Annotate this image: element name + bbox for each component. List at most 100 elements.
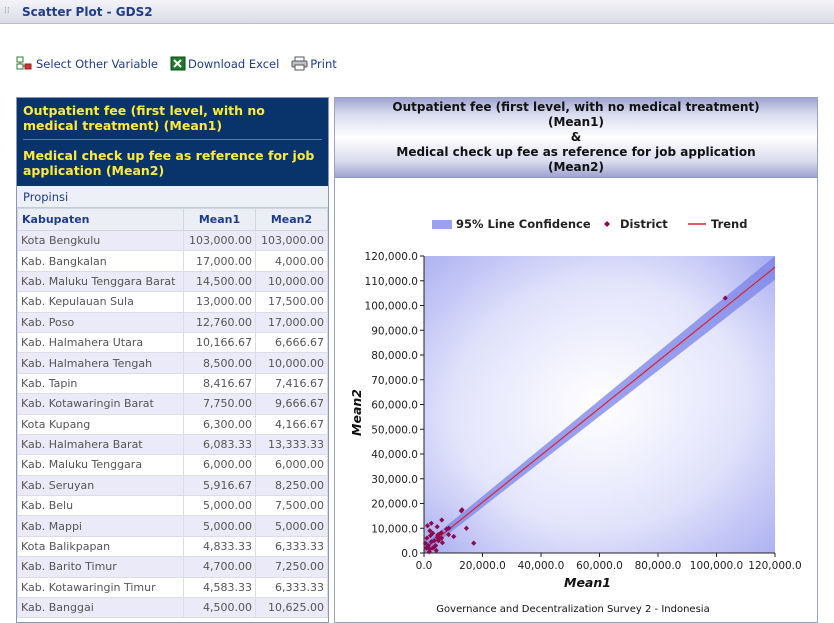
chart-title: Outpatient fee (first level, with no med… [335,98,817,178]
cell-kabupaten: Kota Bengkulu [17,229,184,252]
cell-kabupaten: Kab. Kotawaringin Timur [17,576,184,599]
column-header-mean1[interactable]: Mean1 [183,208,256,231]
cell-mean2: 7,250.00 [255,556,328,578]
excel-icon [170,56,186,70]
window-titlebar: ⁞⁞ Scatter Plot - GDS2 [0,0,834,24]
variable-2-name: Medical check up fee as reference for jo… [23,148,315,178]
cell-kabupaten: Kab. Kotawaringin Barat [17,393,184,415]
toolbar: Select Other Variable Download Excel Pri… [16,52,349,74]
cell-kabupaten: Kota Kupang [17,413,184,435]
cell-mean2: 6,666.67 [255,331,328,354]
cell-mean1: 8,500.00 [183,352,256,374]
y-tick-label: 40,000.0 [371,449,418,461]
y-tick-label: 30,000.0 [371,474,418,486]
table-row[interactable]: Kab. Bangkalan 17,000.00 4,000.00 [17,250,328,272]
y-tick-label: 0.0 [401,548,418,560]
table-row[interactable]: Kab. Maluku Tenggara Barat 14,500.00 10,00… [17,270,328,293]
table-row[interactable]: Kab. Seruyan 5,916.67 8,250.00 [17,474,328,497]
cell-mean1: 13,000.00 [183,291,256,313]
printer-icon [291,56,308,70]
cell-mean2: 13,333.33 [255,433,328,456]
table-row[interactable]: Kab. Barito Timur 4,700.00 7,250.00 [17,556,328,578]
x-tick-label: 60,000.0 [576,560,623,572]
cell-kabupaten: Kab. Halmahera Utara [17,331,184,354]
cell-kabupaten: Kab. Maluku Tenggara [17,454,184,476]
legend-swatch-district [604,221,610,227]
chart-title-line: Outpatient fee (first level, with no med… [392,100,760,114]
table-row[interactable]: Kab. Belu 5,000.00 7,500.00 [17,495,328,517]
x-axis-title: Mean1 [564,575,611,590]
chart-panel: Outpatient fee (first level, with no med… [334,97,818,623]
print-button[interactable]: Print [291,56,337,71]
table-row[interactable]: Kab. Banggai 4,500.00 10,625.00 [17,597,328,619]
x-tick-label: 40,000.0 [518,560,565,572]
cell-mean2: 6,333.33 [255,576,328,599]
y-tick-label: 100,000.0 [365,301,418,313]
table-header-row: Kabupaten Mean1 Mean2 [17,208,328,231]
table-row[interactable]: Kab. Maluku Tenggara 6,000.00 6,000.00 [17,454,328,476]
x-tick-label: 120,000.0 [748,560,801,572]
cell-mean2: 17,500.00 [255,291,328,313]
table-row[interactable]: Kab. Halmahera Tengah 8,500.00 10,000.00 [17,352,328,374]
table-row[interactable]: Kota Balikpapan 4,833.33 6,333.33 [17,535,328,558]
cell-kabupaten: Kab. Halmahera Tengah [17,352,184,374]
table-row[interactable]: Kab. Poso 12,760.00 17,000.00 [17,311,328,333]
cell-kabupaten: Kab. Banggai [17,597,184,619]
y-tick-label: 90,000.0 [371,325,418,337]
download-excel-button[interactable]: Download Excel [170,56,279,71]
window-title: Scatter Plot - GDS2 [22,5,153,19]
table-row[interactable]: Kota Bengkulu 103,000.00 103,000.00 [17,229,328,252]
cell-mean1: 8,416.67 [183,372,256,395]
x-tick-label: 20,000.0 [459,560,506,572]
legend-swatch-confidence [432,220,452,229]
cell-mean2: 6,000.00 [255,454,328,476]
variable-header: Outpatient fee (first level, with no med… [17,98,328,186]
table-row[interactable]: Kab. Kepulauan Sula 13,000.00 17,500.00 [17,291,328,313]
chart-title-line: Medical check up fee as reference for jo… [396,145,756,159]
cell-mean2: 8,250.00 [255,474,328,497]
print-label: Print [310,56,337,71]
x-tick-label: 0.0 [416,560,433,572]
y-tick-label: 70,000.0 [371,375,418,387]
column-header-kabupaten[interactable]: Kabupaten [17,208,184,231]
y-tick-label: 10,000.0 [371,523,418,535]
data-panel: Outpatient fee (first level, with no med… [16,97,329,623]
cell-mean2: 10,625.00 [255,597,328,619]
cell-kabupaten: Kab. Tapin [17,372,184,395]
cell-kabupaten: Kab. Kepulauan Sula [17,291,184,313]
chart-title-line: (Mean1) [547,115,605,129]
column-header-mean2[interactable]: Mean2 [255,208,328,231]
cell-mean1: 5,916.67 [183,474,256,497]
chart-title-line: & [570,130,582,144]
cell-mean1: 10,166.67 [183,331,256,354]
table-row[interactable]: Kab. Halmahera Utara 10,166.67 6,666.67 [17,331,328,354]
cell-mean1: 17,000.00 [183,250,256,272]
scatter-chart: 0.0 10,000.0 20,000.0 30,000.0 40,000.0 50,00… [349,217,802,615]
select-other-variable-label: Select Other Variable [36,56,159,71]
table-row[interactable]: Kab. Kotawaringin Barat 7,750.00 9,666.67 [17,393,328,415]
y-tick-label: 110,000.0 [365,276,418,288]
cell-kabupaten: Kab. Seruyan [17,474,184,497]
cell-kabupaten: Kab. Barito Timur [17,556,184,578]
cell-kabupaten: Kab. Poso [17,311,184,333]
cell-mean2: 7,416.67 [255,372,328,395]
y-tick-label: 120,000.0 [365,251,418,263]
select-variable-icon [16,56,32,69]
cell-kabupaten: Kab. Maluku Tenggara Barat [17,270,184,293]
cell-mean1: 4,833.33 [183,535,256,558]
drag-grip-icon[interactable]: ⁞⁞ [4,7,12,16]
select-other-variable-button[interactable]: Select Other Variable [16,56,158,71]
table-row[interactable]: Kota Kupang 6,300.00 4,166.67 [17,413,328,435]
cell-mean1: 6,000.00 [183,454,256,476]
cell-mean1: 6,083.33 [183,433,256,456]
table-row[interactable]: Kab. Mappi 5,000.00 5,000.00 [17,515,328,537]
cell-mean2: 10,000.00 [255,270,328,293]
group-label: Propinsi [17,186,328,208]
table-row[interactable]: Kab. Halmahera Barat 6,083.33 13,333.33 [17,433,328,456]
table-row[interactable]: Kab. Kotawaringin Timur 4,583.33 6,333.33 [17,576,328,599]
cell-mean2: 17,000.00 [255,311,328,333]
x-tick-label: 80,000.0 [635,560,682,572]
table-row[interactable]: Kab. Tapin 8,416.67 7,416.67 [17,372,328,395]
y-tick-label: 80,000.0 [371,350,418,362]
cell-mean1: 7,750.00 [183,393,256,415]
